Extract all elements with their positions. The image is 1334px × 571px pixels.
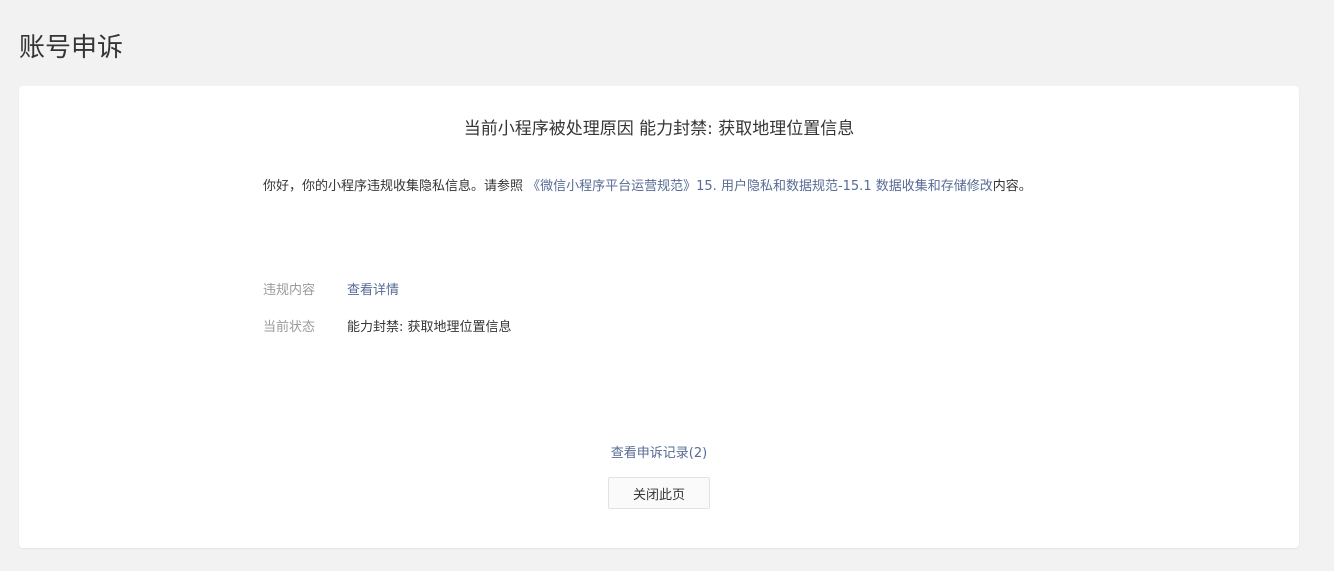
description-prefix: 你好，你的小程序违规收集隐私信息。请参照 (263, 179, 528, 194)
violation-label: 违规内容 (263, 283, 316, 298)
appeal-card: 当前小程序被处理原因 能力封禁: 获取地理位置信息 你好，你的小程序违规收集隐私… (19, 86, 1299, 548)
violation-description: 你好，你的小程序违规收集隐私信息。请参照 《微信小程序平台运营规范》15. 用户… (263, 175, 1063, 198)
status-label: 当前状态 (263, 320, 316, 335)
view-details-link[interactable]: 查看详情 (347, 281, 399, 301)
reason-title: 当前小程序被处理原因 能力封禁: 获取地理位置信息 (463, 119, 855, 139)
rule-link[interactable]: 《微信小程序平台运营规范》15. 用户隐私和数据规范-15.1 数据收集和存储修… (527, 179, 993, 194)
close-page-button[interactable]: 关闭此页 (608, 477, 710, 509)
page-title: 账号申诉 (19, 33, 124, 63)
violation-row: 违规内容 查看详情 (263, 281, 399, 301)
description-suffix: 内容。 (992, 179, 1032, 194)
status-value: 能力封禁: 获取地理位置信息 (347, 320, 512, 335)
status-row: 当前状态 能力封禁: 获取地理位置信息 (263, 318, 512, 338)
appeal-records-link[interactable]: 查看申诉记录(2) (19, 444, 1299, 464)
